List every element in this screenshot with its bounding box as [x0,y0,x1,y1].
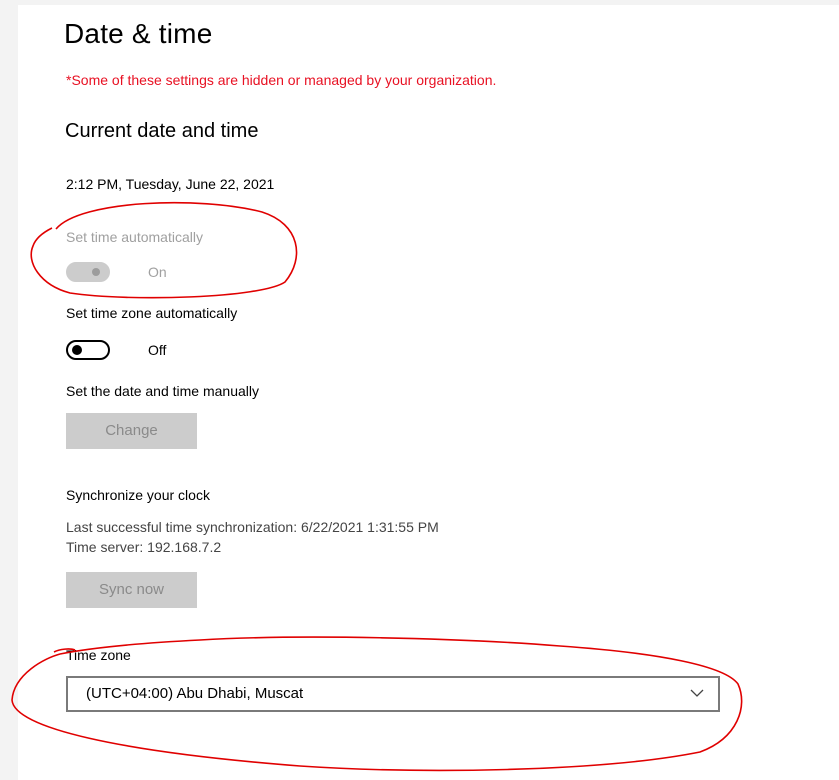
set-manual-label: Set the date and time manually [66,383,260,399]
toggle-knob [72,345,82,355]
page-title: Date & time [64,18,213,49]
managed-notice: *Some of these settings are hidden or ma… [66,72,497,88]
set-timezone-auto-label: Set time zone automatically [66,305,238,321]
timezone-label: Time zone [66,647,131,663]
timezone-dropdown[interactable]: (UTC+04:00) Abu Dhabi, Muscat [66,676,720,712]
sync-title: Synchronize your clock [66,487,210,503]
last-sync-text: Last successful time synchronization: 6/… [66,519,439,535]
change-button[interactable]: Change [66,413,197,449]
timezone-value: (UTC+04:00) Abu Dhabi, Muscat [86,685,304,702]
section-title-current: Current date and time [65,120,259,142]
set-timezone-auto-state: Off [148,342,167,358]
current-datetime: 2:12 PM, Tuesday, June 22, 2021 [66,176,275,192]
set-time-auto-state: On [148,264,167,280]
chevron-down-icon [690,689,704,697]
toggle-knob [92,268,100,276]
time-server-text: Time server: 192.168.7.2 [66,539,222,555]
set-time-auto-label: Set time automatically [66,229,203,245]
set-time-auto-toggle[interactable] [66,262,110,282]
sync-now-button[interactable]: Sync now [66,572,197,608]
set-timezone-auto-toggle[interactable] [66,340,110,360]
